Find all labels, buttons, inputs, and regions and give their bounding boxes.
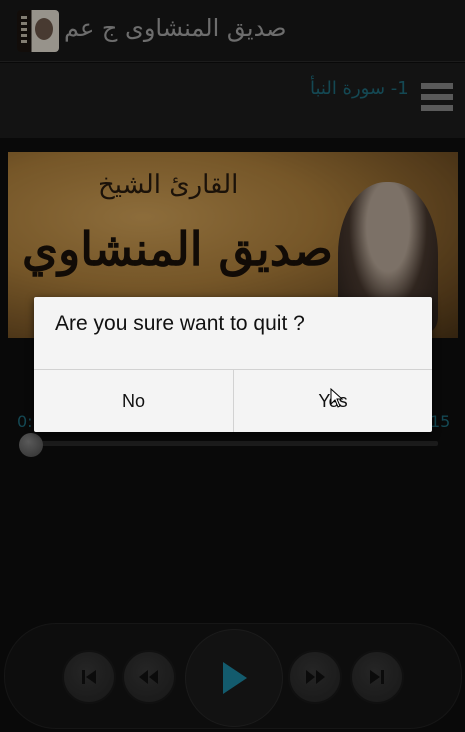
quit-dialog: Are you sure want to quit ? No Yes xyxy=(34,297,432,432)
mouse-cursor-icon xyxy=(330,388,344,408)
dialog-message: Are you sure want to quit ? xyxy=(55,312,305,335)
no-button[interactable]: No xyxy=(34,370,233,432)
